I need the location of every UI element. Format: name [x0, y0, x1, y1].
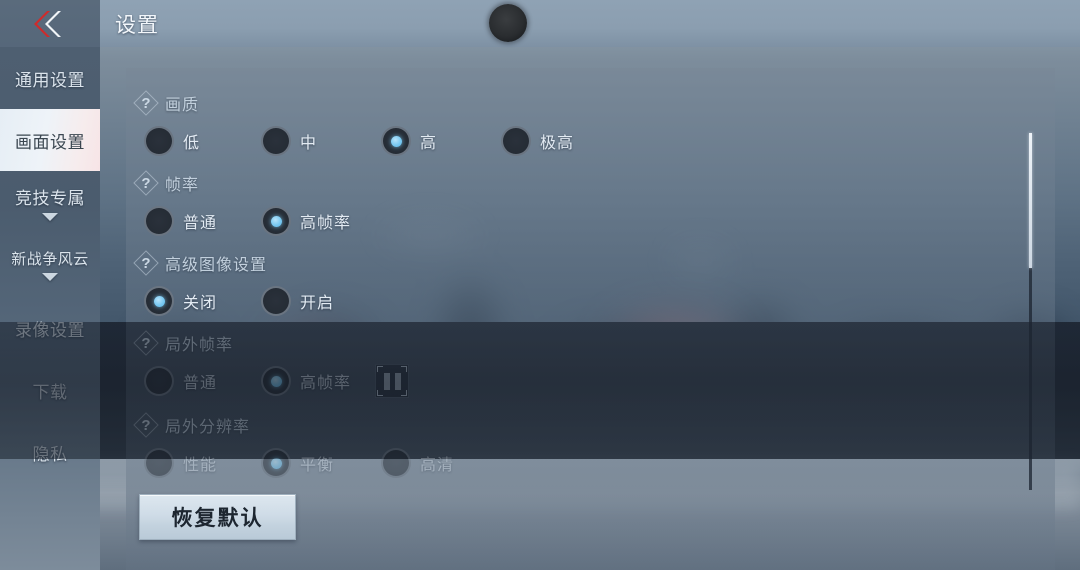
back-button[interactable]: [0, 0, 100, 47]
setting-group-header: ? 局外帧率: [126, 330, 1026, 356]
radio-unselected-icon[interactable]: [501, 126, 531, 156]
radio-selected-icon[interactable]: [261, 206, 291, 236]
restore-defaults-label: 恢复默认: [171, 507, 264, 530]
radio-unselected-icon[interactable]: [144, 366, 174, 396]
sidebar-item-label: 隐私: [32, 444, 68, 464]
radio-unselected-icon[interactable]: [144, 206, 174, 236]
setting-options-row: 普通 高帧率: [126, 200, 1026, 242]
sidebar-item-5[interactable]: 下载: [0, 359, 100, 421]
restore-defaults-button[interactable]: 恢复默认: [139, 494, 296, 540]
radio-option-label: 普通: [183, 375, 218, 392]
sidebar-item-2[interactable]: 竞技专属: [0, 171, 100, 233]
radio-option-1-0[interactable]: 普通: [144, 200, 217, 242]
setting-group-header: ? 高级图像设置: [126, 250, 1026, 276]
radio-selected-icon[interactable]: [381, 126, 411, 156]
radio-option-3-1[interactable]: 高帧率: [261, 360, 351, 402]
radio-option-0-0[interactable]: 低: [144, 120, 200, 162]
radio-unselected-icon[interactable]: [261, 126, 291, 156]
setting-group-header: ? 画质: [126, 90, 1026, 116]
radio-option-0-3[interactable]: 极高: [501, 120, 574, 162]
radio-option-label: 关闭: [183, 295, 218, 312]
radio-option-2-0[interactable]: 关闭: [144, 280, 217, 322]
setting-group-2: ? 高级图像设置关闭 开启: [126, 250, 1026, 322]
radio-selected-icon[interactable]: [144, 286, 174, 316]
radio-option-label: 低: [183, 135, 201, 152]
chevron-down-icon: [42, 212, 58, 221]
radio-option-label: 开启: [300, 295, 335, 312]
setting-group-header: ? 局外分辨率: [126, 412, 1026, 438]
sidebar-item-label: 下载: [32, 382, 68, 402]
setting-options-row: 普通 高帧率: [126, 360, 1026, 402]
sidebar-item-label: 竞技专属: [15, 188, 85, 208]
sidebar-item-label: 录像设置: [15, 320, 85, 340]
radio-option-label: 高帧率: [300, 375, 352, 392]
sidebar-item-1[interactable]: 画面设置: [0, 109, 100, 171]
question-mark-diamond-icon[interactable]: ?: [133, 330, 159, 356]
question-mark-diamond-icon[interactable]: ?: [133, 250, 159, 276]
sidebar-item-label: 画面设置: [15, 132, 85, 152]
question-mark-diamond-icon[interactable]: ?: [133, 412, 159, 438]
question-mark-diamond-icon[interactable]: ?: [133, 90, 159, 116]
sidebar-item-0[interactable]: 通用设置: [0, 47, 100, 109]
setting-group-header: ? 帧率: [126, 170, 1026, 196]
setting-group-3: ? 局外帧率普通 高帧率: [126, 330, 1026, 402]
setting-options-row: 低 中 高 极高: [126, 120, 1026, 162]
setting-group-title: 高级图像设置: [165, 257, 268, 274]
radio-option-label: 极高: [540, 135, 575, 152]
settings-scrollbar-thumb[interactable]: [1029, 133, 1032, 268]
settings-sidebar: 通用设置画面设置竞技专属新战争风云录像设置下载隐私: [0, 47, 100, 570]
settings-scrollbar-track[interactable]: [1029, 133, 1032, 490]
radio-option-3-0[interactable]: 普通: [144, 360, 217, 402]
chevron-left-white-icon: [45, 10, 61, 37]
sidebar-item-4[interactable]: 录像设置: [0, 297, 100, 359]
radio-option-label: 高帧率: [300, 215, 352, 232]
radio-option-0-2[interactable]: 高: [381, 120, 437, 162]
setting-group-title: 局外帧率: [165, 337, 234, 354]
radio-option-label: 高: [420, 135, 438, 152]
radio-option-label: 普通: [183, 215, 218, 232]
sidebar-item-label: 新战争风云: [11, 250, 89, 268]
camera-punch-hole: [489, 4, 527, 42]
question-mark-diamond-icon[interactable]: ?: [133, 170, 159, 196]
radio-selected-icon[interactable]: [261, 366, 291, 396]
setting-options-row: 关闭 开启: [126, 280, 1026, 322]
radio-unselected-icon[interactable]: [144, 126, 174, 156]
pause-button[interactable]: [375, 364, 409, 398]
sidebar-item-3[interactable]: 新战争风云: [0, 233, 100, 295]
radio-option-2-1[interactable]: 开启: [261, 280, 334, 322]
double-chevron-left-icon: [30, 10, 70, 37]
sidebar-item-label: 通用设置: [15, 70, 85, 90]
chevron-down-icon: [42, 272, 58, 281]
radio-option-1-1[interactable]: 高帧率: [261, 200, 351, 242]
page-title: 设置: [115, 13, 159, 37]
setting-group-title: 局外分辨率: [165, 419, 251, 436]
radio-unselected-icon[interactable]: [261, 286, 291, 316]
setting-group-title: 画质: [165, 97, 200, 114]
setting-group-1: ? 帧率普通 高帧率: [126, 170, 1026, 242]
setting-group-0: ? 画质低 中 高 极高: [126, 90, 1026, 162]
title-bar: 设置: [100, 0, 1080, 47]
sidebar-item-6[interactable]: 隐私: [0, 421, 100, 483]
setting-group-title: 帧率: [165, 177, 200, 194]
radio-option-0-1[interactable]: 中: [261, 120, 317, 162]
radio-option-label: 中: [300, 135, 318, 152]
